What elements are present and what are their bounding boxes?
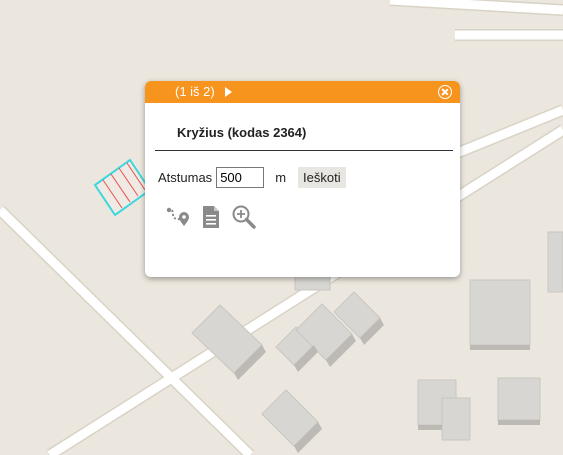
divider <box>155 150 453 151</box>
distance-label: Atstumas <box>158 170 213 185</box>
popup-header: (1 iš 2) <box>145 81 460 103</box>
close-icon[interactable] <box>438 85 452 99</box>
tool-icons <box>165 204 460 235</box>
feature-title: Kryžius (kodas 2364) <box>177 125 307 140</box>
pager-text: (1 iš 2) <box>175 84 215 99</box>
search-button[interactable]: Ieškoti <box>298 167 346 188</box>
feature-popup: (1 iš 2) Kryžius (kodas 2364) Atstumas m… <box>145 81 460 277</box>
document-icon[interactable] <box>201 205 221 234</box>
distance-search-row: Atstumas m Ieškoti <box>158 167 460 188</box>
unit-label: m <box>275 170 287 185</box>
route-icon[interactable] <box>165 205 191 234</box>
zoom-in-icon[interactable] <box>231 204 257 235</box>
next-arrow-icon[interactable] <box>224 87 232 97</box>
distance-input[interactable] <box>216 167 265 188</box>
